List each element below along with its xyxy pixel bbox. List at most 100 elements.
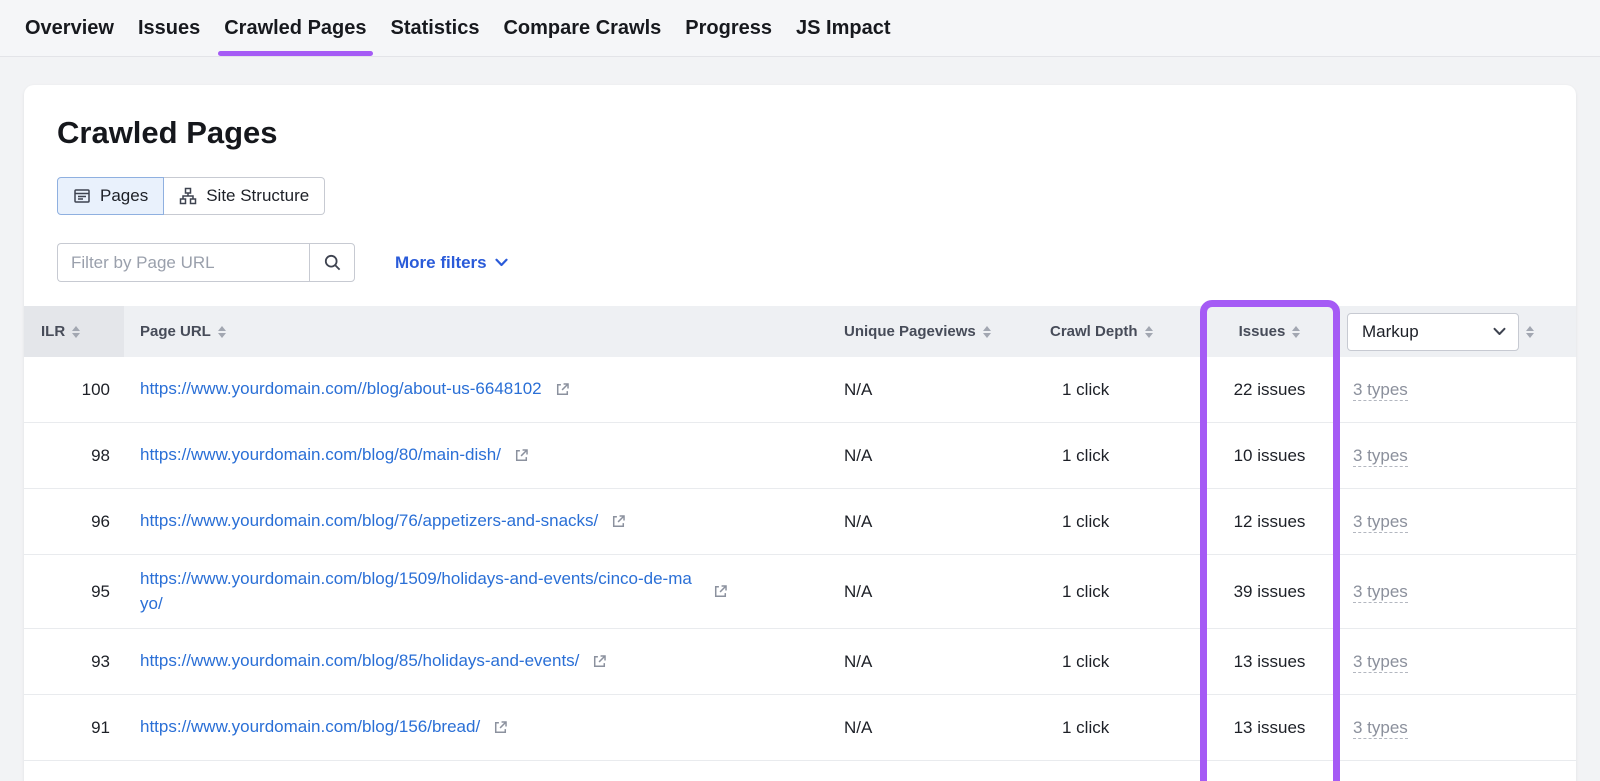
page-url-link[interactable]: https://www.yourdomain.com//blog/about-u… bbox=[140, 377, 542, 402]
crawled-pages-card: Crawled Pages Pages bbox=[24, 85, 1576, 781]
crawl-depth-value: 1 click bbox=[1042, 718, 1202, 738]
crawl-depth-value: 1 click bbox=[1042, 582, 1202, 602]
more-filters-button[interactable]: More filters bbox=[395, 253, 508, 273]
sort-icon[interactable] bbox=[218, 326, 226, 338]
page-url-cell: https://www.yourdomain.com/blog/76/appet… bbox=[124, 497, 824, 546]
ilr-value: 98 bbox=[24, 446, 124, 466]
search-icon bbox=[323, 253, 342, 272]
header-unique-pageviews[interactable]: Unique Pageviews bbox=[824, 306, 1042, 357]
pages-icon bbox=[73, 187, 91, 205]
markup-cell: 3 types bbox=[1337, 512, 1576, 532]
header-issues-label: Issues bbox=[1239, 323, 1286, 340]
header-unique-pageviews-label: Unique Pageviews bbox=[844, 323, 976, 340]
header-ilr[interactable]: ILR bbox=[24, 306, 124, 357]
page-url-filter-input[interactable] bbox=[57, 243, 309, 282]
unique-pageviews-value: N/A bbox=[824, 582, 1042, 602]
external-link-icon[interactable] bbox=[554, 381, 571, 398]
tab-js-impact[interactable]: JS Impact bbox=[796, 0, 890, 56]
crawl-depth-value: 1 click bbox=[1042, 652, 1202, 672]
sort-icon[interactable] bbox=[72, 326, 80, 338]
markup-types-link[interactable]: 3 types bbox=[1353, 446, 1408, 467]
markup-types-link[interactable]: 3 types bbox=[1353, 582, 1408, 603]
issues-value: 12 issues bbox=[1202, 512, 1337, 532]
page-title: Crawled Pages bbox=[57, 115, 1543, 151]
issues-value: 39 issues bbox=[1202, 582, 1337, 602]
markup-cell: 3 types bbox=[1337, 652, 1576, 672]
sort-icon[interactable] bbox=[1292, 326, 1300, 338]
crawl-depth-value: 1 click bbox=[1042, 512, 1202, 532]
sort-icon[interactable] bbox=[983, 326, 991, 338]
tab-statistics[interactable]: Statistics bbox=[391, 0, 480, 56]
markup-types-link[interactable]: 3 types bbox=[1353, 380, 1408, 401]
top-nav: Overview Issues Crawled Pages Statistics… bbox=[0, 0, 1600, 57]
tab-overview[interactable]: Overview bbox=[25, 0, 114, 56]
page-url-cell: https://www.yourdomain.com/blog/85/holid… bbox=[124, 637, 824, 686]
issues-value: 13 issues bbox=[1202, 718, 1337, 738]
more-filters-label: More filters bbox=[395, 253, 487, 273]
page-url-cell: https://www.yourdomain.com/blog/80/main-… bbox=[124, 431, 824, 480]
table-row: 100 https://www.yourdomain.com//blog/abo… bbox=[24, 357, 1576, 423]
header-crawl-depth[interactable]: Crawl Depth bbox=[1042, 306, 1202, 357]
filter-row: More filters bbox=[57, 243, 1543, 282]
page-url-link[interactable]: https://www.yourdomain.com/blog/156/brea… bbox=[140, 715, 480, 740]
markup-types-link[interactable]: 3 types bbox=[1353, 718, 1408, 739]
unique-pageviews-value: N/A bbox=[824, 380, 1042, 400]
markup-filter-select[interactable]: Markup bbox=[1347, 313, 1519, 351]
header-markup: Markup bbox=[1337, 306, 1576, 357]
markup-types-link[interactable]: 3 types bbox=[1353, 512, 1408, 533]
crawl-depth-value: 1 click bbox=[1042, 380, 1202, 400]
table-header-row: ILR Page URL Unique Pageviews Crawl Dept… bbox=[24, 306, 1576, 357]
search-button[interactable] bbox=[309, 243, 355, 282]
site-structure-view-label: Site Structure bbox=[206, 186, 309, 206]
ilr-value: 96 bbox=[24, 512, 124, 532]
markup-cell: 3 types bbox=[1337, 446, 1576, 466]
header-issues[interactable]: Issues bbox=[1202, 306, 1337, 357]
table-row: 98 https://www.yourdomain.com/blog/80/ma… bbox=[24, 423, 1576, 489]
site-structure-view-button[interactable]: Site Structure bbox=[164, 177, 325, 215]
page-url-cell: https://www.yourdomain.com/blog/156/brea… bbox=[124, 703, 824, 752]
crawled-pages-table: ILR Page URL Unique Pageviews Crawl Dept… bbox=[24, 306, 1576, 761]
header-crawl-depth-label: Crawl Depth bbox=[1050, 323, 1138, 340]
tab-progress[interactable]: Progress bbox=[685, 0, 772, 56]
pages-view-button[interactable]: Pages bbox=[57, 177, 164, 215]
ilr-value: 95 bbox=[24, 582, 124, 602]
table-row: 95 https://www.yourdomain.com/blog/1509/… bbox=[24, 555, 1576, 629]
chevron-down-icon bbox=[1493, 327, 1506, 336]
header-page-url[interactable]: Page URL bbox=[124, 306, 824, 357]
table-row: 96 https://www.yourdomain.com/blog/76/ap… bbox=[24, 489, 1576, 555]
tab-issues[interactable]: Issues bbox=[138, 0, 200, 56]
table-row: 91 https://www.yourdomain.com/blog/156/b… bbox=[24, 695, 1576, 761]
markup-cell: 3 types bbox=[1337, 380, 1576, 400]
external-link-icon[interactable] bbox=[591, 653, 608, 670]
unique-pageviews-value: N/A bbox=[824, 446, 1042, 466]
external-link-icon[interactable] bbox=[610, 513, 627, 530]
external-link-icon[interactable] bbox=[492, 719, 509, 736]
ilr-value: 100 bbox=[24, 380, 124, 400]
table-row: 93 https://www.yourdomain.com/blog/85/ho… bbox=[24, 629, 1576, 695]
markup-cell: 3 types bbox=[1337, 582, 1576, 602]
site-structure-icon bbox=[179, 187, 197, 205]
tab-compare-crawls[interactable]: Compare Crawls bbox=[503, 0, 661, 56]
crawl-depth-value: 1 click bbox=[1042, 446, 1202, 466]
page-url-cell: https://www.yourdomain.com/blog/1509/hol… bbox=[124, 555, 824, 628]
ilr-value: 91 bbox=[24, 718, 124, 738]
page-url-link[interactable]: https://www.yourdomain.com/blog/1509/hol… bbox=[140, 567, 700, 616]
view-toggle: Pages Site Structure bbox=[57, 177, 325, 215]
page-url-link[interactable]: https://www.yourdomain.com/blog/85/holid… bbox=[140, 649, 579, 674]
issues-value: 22 issues bbox=[1202, 380, 1337, 400]
page-url-link[interactable]: https://www.yourdomain.com/blog/76/appet… bbox=[140, 509, 598, 534]
external-link-icon[interactable] bbox=[712, 583, 729, 600]
tab-crawled-pages[interactable]: Crawled Pages bbox=[224, 0, 366, 56]
ilr-value: 93 bbox=[24, 652, 124, 672]
markup-filter-value: Markup bbox=[1362, 322, 1419, 342]
sort-icon[interactable] bbox=[1526, 326, 1534, 338]
markup-types-link[interactable]: 3 types bbox=[1353, 652, 1408, 673]
sort-icon[interactable] bbox=[1145, 326, 1153, 338]
page-url-cell: https://www.yourdomain.com//blog/about-u… bbox=[124, 365, 824, 414]
markup-cell: 3 types bbox=[1337, 718, 1576, 738]
header-page-url-label: Page URL bbox=[140, 323, 211, 340]
page-url-link[interactable]: https://www.yourdomain.com/blog/80/main-… bbox=[140, 443, 501, 468]
unique-pageviews-value: N/A bbox=[824, 652, 1042, 672]
external-link-icon[interactable] bbox=[513, 447, 530, 464]
unique-pageviews-value: N/A bbox=[824, 512, 1042, 532]
